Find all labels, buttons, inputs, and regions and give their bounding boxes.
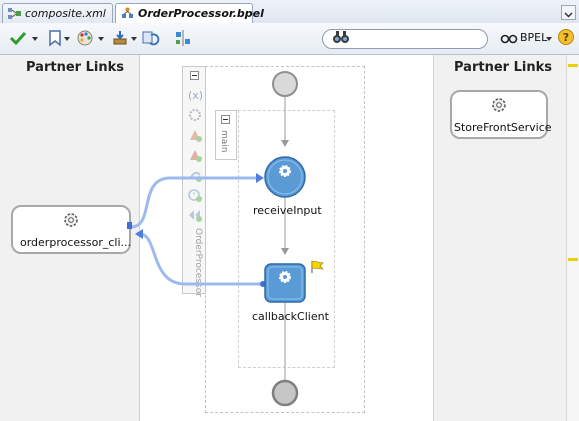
flag-icon [311,260,324,273]
gear-icon [279,271,291,283]
start-node[interactable] [272,71,298,97]
connector-receive [130,173,264,229]
binoculars-icon[interactable] [332,28,350,46]
receive-activity-label: receiveInput [253,204,322,217]
partner-link-connector-port[interactable] [127,222,132,229]
connector-callback [135,229,262,286]
invoke-activity[interactable] [264,263,306,303]
gear-icon [279,165,291,177]
invoke-activity-label: callbackClient [252,310,329,323]
receive-activity[interactable] [264,156,306,198]
end-node[interactable] [271,379,299,407]
